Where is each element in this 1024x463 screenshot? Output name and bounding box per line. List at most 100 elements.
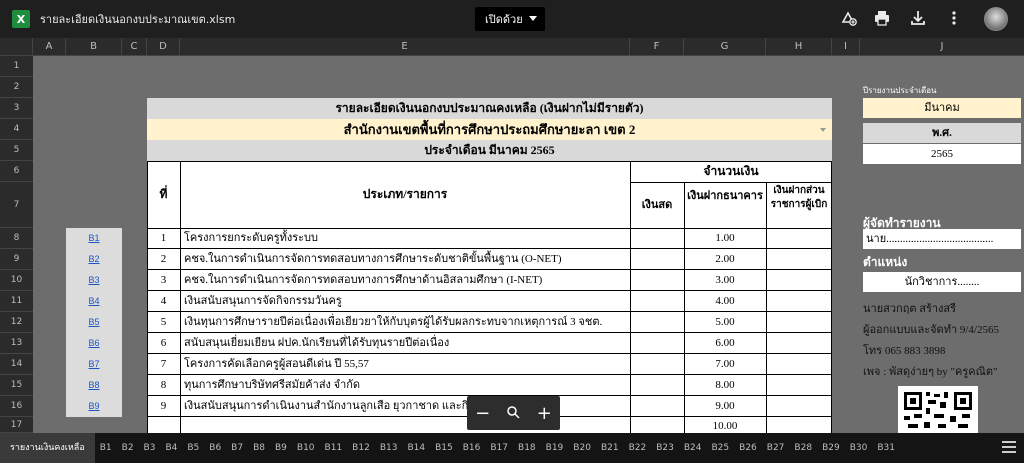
column-header[interactable]: I bbox=[832, 38, 860, 56]
sheet-tab[interactable]: B6 bbox=[204, 433, 226, 463]
more-options-icon[interactable] bbox=[944, 9, 964, 29]
sheet-tab[interactable]: B5 bbox=[182, 433, 204, 463]
row-header[interactable]: 11 bbox=[0, 291, 33, 312]
table-row[interactable]: B5 5 เงินทุนการศึกษารายปีต่อเนื่องเพื่อเ… bbox=[33, 312, 833, 333]
sheet-tab[interactable]: B26 bbox=[734, 433, 762, 463]
bank-value: 4.00 bbox=[715, 295, 735, 307]
column-header[interactable]: B bbox=[66, 38, 122, 56]
sheet-tab[interactable]: B12 bbox=[347, 433, 375, 463]
sheet-tab[interactable]: B11 bbox=[320, 433, 348, 463]
sheet-tab[interactable]: B21 bbox=[596, 433, 624, 463]
row-header[interactable]: 16 bbox=[0, 396, 33, 417]
sheet-tab[interactable]: B25 bbox=[707, 433, 735, 463]
year-value-cell[interactable]: 2565 bbox=[863, 144, 1021, 164]
row-header[interactable]: 7 bbox=[0, 182, 33, 228]
position-value-cell[interactable]: นักวิชาการ........ bbox=[863, 272, 1021, 292]
sheet-tab[interactable]: B23 bbox=[651, 433, 679, 463]
sheet-tab[interactable]: B17 bbox=[485, 433, 513, 463]
column-header[interactable]: G bbox=[684, 38, 766, 56]
sheet-tab[interactable]: B16 bbox=[458, 433, 486, 463]
open-with-button[interactable]: เปิดด้วย bbox=[475, 7, 545, 31]
sheet-tab[interactable]: B2 bbox=[117, 433, 139, 463]
sheet-tab[interactable]: B4 bbox=[160, 433, 182, 463]
report-title-cell[interactable]: รายละเอียดเงินนอกงบประมาณคงเหลือ (เงินฝา… bbox=[147, 98, 832, 119]
print-icon[interactable] bbox=[872, 9, 892, 29]
row-header[interactable]: 14 bbox=[0, 354, 33, 375]
sheet-tab[interactable]: B14 bbox=[402, 433, 430, 463]
sheet-tab[interactable]: B10 bbox=[292, 433, 320, 463]
sheet-tab[interactable]: B29 bbox=[817, 433, 845, 463]
row-header[interactable]: 9 bbox=[0, 249, 33, 270]
sheet-tab[interactable]: B28 bbox=[789, 433, 817, 463]
download-icon[interactable] bbox=[908, 9, 928, 29]
header-amount: จำนวนเงิน bbox=[703, 164, 759, 178]
sheet-link[interactable]: B8 bbox=[66, 375, 122, 396]
sheet-tab[interactable]: B7 bbox=[226, 433, 248, 463]
sheet-link[interactable]: B4 bbox=[66, 291, 122, 312]
row-header[interactable]: 6 bbox=[0, 161, 33, 182]
sheet-tab[interactable]: B13 bbox=[375, 433, 403, 463]
sheet-tab[interactable]: B8 bbox=[248, 433, 270, 463]
column-header[interactable]: E bbox=[180, 38, 630, 56]
sheet-tab[interactable]: B15 bbox=[430, 433, 458, 463]
sheet-link[interactable]: B6 bbox=[66, 333, 122, 354]
row-header[interactable]: 15 bbox=[0, 375, 33, 396]
row-header[interactable]: 1 bbox=[0, 56, 33, 77]
sheet-tab[interactable]: B27 bbox=[762, 433, 790, 463]
column-header[interactable]: F bbox=[630, 38, 684, 56]
row-header[interactable]: 17 bbox=[0, 417, 33, 433]
row-header[interactable]: 4 bbox=[0, 119, 33, 140]
sheet-tab[interactable]: รายงานเงินคงเหลือ bbox=[0, 433, 95, 463]
office-select-cell[interactable]: สำนักงานเขตพื้นที่การศึกษาประถมศึกษายะลา… bbox=[147, 119, 832, 140]
reporter-value-cell[interactable]: นาย.....................................… bbox=[863, 229, 1021, 249]
zoom-in-button[interactable]: + bbox=[537, 403, 552, 424]
row-number: 3 bbox=[160, 274, 167, 286]
sheet-tab[interactable]: B22 bbox=[624, 433, 652, 463]
column-header[interactable]: H bbox=[766, 38, 832, 56]
month-cell[interactable]: ประจำเดือน มีนาคม 2565 bbox=[147, 140, 832, 161]
table-row[interactable]: B2 2 คชจ.ในการดำเนินการจัดการทดสอบทางการ… bbox=[33, 249, 833, 270]
row-header[interactable]: 13 bbox=[0, 333, 33, 354]
sheet-link[interactable]: B9 bbox=[66, 396, 122, 417]
sheet-link[interactable]: B7 bbox=[66, 354, 122, 375]
column-header[interactable]: A bbox=[33, 38, 66, 56]
row-header[interactable]: 8 bbox=[0, 228, 33, 249]
table-row[interactable]: B3 3 คชจ.ในการดำเนินการจัดการทดสอบทางการ… bbox=[33, 270, 833, 291]
add-to-drive-icon[interactable] bbox=[838, 9, 858, 29]
row-header[interactable]: 5 bbox=[0, 140, 33, 161]
sheet-grid[interactable]: รายละเอียดเงินนอกงบประมาณคงเหลือ (เงินฝา… bbox=[33, 56, 1024, 433]
sheet-link[interactable]: B3 bbox=[66, 270, 122, 291]
sheet-tab[interactable]: B24 bbox=[679, 433, 707, 463]
sheet-link[interactable]: B2 bbox=[66, 249, 122, 270]
column-header[interactable]: C bbox=[122, 38, 147, 56]
sheet-tab[interactable]: B19 bbox=[541, 433, 569, 463]
sheet-tab[interactable]: B18 bbox=[513, 433, 541, 463]
row-header[interactable]: 10 bbox=[0, 270, 33, 291]
table-row[interactable]: B1 1 โครงการยกระดับครูทั้งระบบ 1.00 bbox=[33, 228, 833, 249]
sheet-tab[interactable]: B3 bbox=[139, 433, 161, 463]
sheet-link[interactable]: B1 bbox=[66, 228, 122, 249]
row-header[interactable]: 12 bbox=[0, 312, 33, 333]
avatar[interactable] bbox=[984, 7, 1008, 31]
row-header[interactable]: 2 bbox=[0, 77, 33, 98]
table-row[interactable]: B6 6 สนับสนุนเยี่ยมเยียน ฝปค.นักเรียนที่… bbox=[33, 333, 833, 354]
sheet-tab[interactable]: B1 bbox=[95, 433, 117, 463]
corner-cell[interactable] bbox=[0, 38, 33, 56]
table-row[interactable]: B4 4 เงินสนับสนุนการจัดกิจกรรมวันครู 4.0… bbox=[33, 291, 833, 312]
table-row[interactable]: 10.00 bbox=[33, 417, 833, 433]
zoom-out-button[interactable]: − bbox=[475, 403, 490, 424]
table-row[interactable]: B7 7 โครงการคัดเลือกครูผู้สอนดีเด่น ปี 5… bbox=[33, 354, 833, 375]
sheet-link[interactable]: B5 bbox=[66, 312, 122, 333]
dropdown-arrow-icon[interactable] bbox=[820, 128, 826, 132]
menu-icon[interactable] bbox=[1002, 441, 1016, 453]
table-row[interactable]: B9 9 เงินสนับสนุนการดำเนินงานสำนักงานลูก… bbox=[33, 396, 833, 417]
sheet-tab[interactable]: B9 bbox=[270, 433, 292, 463]
row-header[interactable]: 3 bbox=[0, 98, 33, 119]
table-row[interactable]: B8 8 ทุนการศึกษาบริษัทศรีสมัยค้าส่ง จำกั… bbox=[33, 375, 833, 396]
sheet-tab[interactable]: B30 bbox=[845, 433, 873, 463]
sheet-tab[interactable]: B31 bbox=[872, 433, 900, 463]
sheet-tab[interactable]: B20 bbox=[568, 433, 596, 463]
month-value-cell[interactable]: มีนาคม bbox=[863, 98, 1021, 118]
column-header[interactable]: D bbox=[147, 38, 180, 56]
column-header[interactable]: J bbox=[860, 38, 1024, 56]
